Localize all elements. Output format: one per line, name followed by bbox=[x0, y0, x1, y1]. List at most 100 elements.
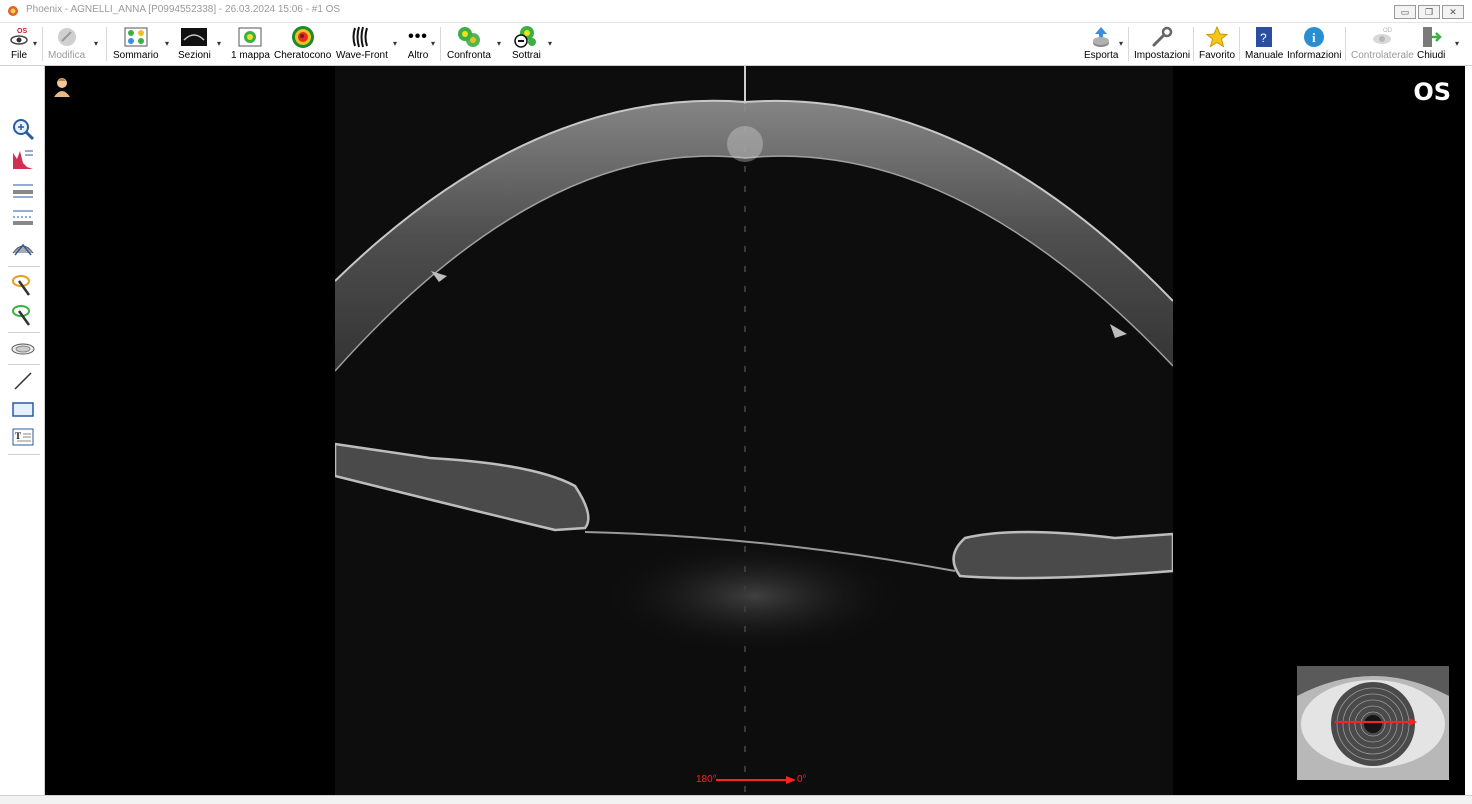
sezioni-button[interactable]: Sezioni bbox=[178, 25, 211, 63]
informazioni-label: Informazioni bbox=[1287, 50, 1342, 61]
eye-side-label: OS bbox=[1413, 78, 1451, 106]
toolbar-separator bbox=[1128, 27, 1129, 61]
histogram-icon[interactable] bbox=[10, 146, 36, 172]
favorito-button[interactable]: Favorito bbox=[1199, 25, 1235, 63]
restore-icon[interactable]: ❐ bbox=[1418, 5, 1440, 19]
patient-icon[interactable] bbox=[51, 76, 73, 98]
altro-button[interactable]: ••• Altro bbox=[405, 25, 431, 63]
sottrai-label: Sottrai bbox=[512, 50, 541, 61]
sidebar-separator bbox=[8, 266, 40, 267]
rectangle-tool-icon[interactable] bbox=[10, 396, 36, 422]
altro-label: Altro bbox=[407, 50, 429, 61]
iris-right bbox=[952, 530, 1175, 580]
scan-direction-arrow-icon bbox=[716, 776, 796, 784]
contralateral-icon: OD bbox=[1373, 28, 1393, 44]
chevron-down-icon[interactable]: ▾ bbox=[217, 39, 221, 48]
lens-haze bbox=[595, 536, 915, 656]
svg-text:OS: OS bbox=[17, 28, 27, 35]
manuale-label: Manuale bbox=[1245, 50, 1284, 61]
chevron-down-icon[interactable]: ▾ bbox=[431, 39, 435, 48]
angle-measure-icon[interactable] bbox=[10, 234, 36, 260]
single-map-icon bbox=[238, 27, 262, 47]
summary-grid-icon bbox=[124, 27, 148, 47]
chevron-down-icon[interactable]: ▾ bbox=[165, 39, 169, 48]
file-button[interactable]: OS File bbox=[6, 25, 32, 63]
export-icon bbox=[1093, 27, 1110, 47]
subtract-icon bbox=[514, 26, 537, 48]
esporta-label: Esporta bbox=[1084, 50, 1119, 61]
minimize-icon[interactable]: ▭ bbox=[1394, 5, 1416, 19]
iris-thumbnail[interactable] bbox=[1297, 666, 1449, 780]
tool-sidebar: T bbox=[0, 66, 45, 803]
text-tool-icon[interactable]: T bbox=[10, 424, 36, 450]
sidebar-separator bbox=[8, 454, 40, 455]
confronta-label: Confronta bbox=[447, 50, 491, 61]
impostazioni-label: Impostazioni bbox=[1134, 50, 1191, 61]
sottrai-button[interactable]: Sottrai bbox=[512, 25, 541, 63]
wavefront-button[interactable]: Wave-Front bbox=[336, 25, 388, 63]
keratoconus-map-icon bbox=[291, 26, 314, 48]
angle-label-left: 180° bbox=[696, 774, 717, 785]
chevron-down-icon[interactable]: ▾ bbox=[33, 39, 37, 48]
magic-wand-yellow-icon[interactable] bbox=[10, 272, 36, 298]
chevron-down-icon[interactable]: ▾ bbox=[1119, 39, 1123, 48]
wrench-icon bbox=[1152, 26, 1173, 47]
sidebar-separator bbox=[8, 332, 40, 333]
chevron-down-icon[interactable]: ▾ bbox=[1455, 39, 1459, 48]
sommario-label: Sommario bbox=[113, 50, 159, 61]
star-icon bbox=[1205, 25, 1229, 48]
esporta-button[interactable]: Esporta bbox=[1084, 25, 1118, 63]
modifica-label: Modifica bbox=[48, 50, 86, 61]
controlaterale-button[interactable]: OD Controlaterale bbox=[1351, 25, 1414, 63]
cheratocono-label: Cheratocono bbox=[274, 50, 332, 61]
svg-text:T: T bbox=[15, 431, 21, 441]
sommario-button[interactable]: Sommario bbox=[113, 25, 159, 63]
pupil bbox=[1364, 715, 1382, 733]
chevron-down-icon[interactable]: ▾ bbox=[94, 39, 98, 48]
chevron-down-icon[interactable]: ▾ bbox=[548, 39, 552, 48]
distance-measure-icon[interactable] bbox=[10, 176, 36, 202]
chiudi-button[interactable]: Chiudi bbox=[1417, 25, 1445, 63]
edit-icon bbox=[57, 28, 76, 46]
toolbar-separator bbox=[440, 27, 441, 61]
mappa-label: 1 mappa bbox=[231, 50, 270, 61]
toolbar-separator bbox=[42, 27, 43, 61]
anterior-segment-scan bbox=[333, 66, 1175, 795]
toolbar-separator bbox=[1239, 27, 1240, 61]
info-icon: i bbox=[1304, 27, 1325, 47]
file-label: File bbox=[10, 50, 28, 61]
manual-book-icon: ? bbox=[1256, 27, 1273, 47]
mappa-button[interactable]: 1 mappa bbox=[231, 25, 270, 63]
oct-viewer[interactable]: OS 180° 0° bbox=[45, 66, 1465, 795]
main-toolbar: OS File ▾ Modifica ▾ Sommario ▾ Sezioni … bbox=[0, 23, 1472, 66]
chevron-down-icon[interactable]: ▾ bbox=[393, 39, 397, 48]
compare-icon bbox=[457, 27, 480, 47]
close-icon[interactable]: ✕ bbox=[1442, 5, 1464, 19]
impostazioni-button[interactable]: Impostazioni bbox=[1134, 25, 1190, 63]
zoom-icon[interactable] bbox=[10, 116, 36, 142]
toolbar-separator bbox=[1345, 27, 1346, 61]
title-bar: Phoenix - AGNELLI_ANNA [P0994552338] - 2… bbox=[0, 0, 1472, 23]
lens-icon[interactable] bbox=[10, 336, 36, 362]
confronta-button[interactable]: Confronta bbox=[447, 25, 491, 63]
line-tool-icon[interactable] bbox=[10, 368, 36, 394]
toolbar-separator bbox=[106, 27, 107, 61]
magic-wand-green-icon[interactable] bbox=[10, 302, 36, 328]
exit-door-icon bbox=[1423, 27, 1442, 47]
cheratocono-button[interactable]: Cheratocono bbox=[274, 25, 331, 63]
wavefront-label: Wave-Front bbox=[336, 50, 388, 61]
sidebar-separator bbox=[8, 364, 40, 365]
toolbar-separator bbox=[1193, 27, 1194, 61]
chevron-down-icon[interactable]: ▾ bbox=[497, 39, 501, 48]
wavefront-icon bbox=[350, 26, 373, 48]
svg-text:?: ? bbox=[1260, 31, 1267, 45]
thickness-measure-icon[interactable] bbox=[10, 204, 36, 230]
chiudi-label: Chiudi bbox=[1417, 50, 1446, 61]
modifica-button[interactable]: Modifica bbox=[48, 25, 85, 63]
svg-text:i: i bbox=[1312, 30, 1316, 45]
app-icon bbox=[8, 6, 18, 16]
eye-file-icon: OS bbox=[10, 28, 28, 45]
favorito-label: Favorito bbox=[1199, 50, 1236, 61]
manuale-button[interactable]: ? Manuale bbox=[1245, 25, 1283, 63]
informazioni-button[interactable]: i Informazioni bbox=[1287, 25, 1341, 63]
